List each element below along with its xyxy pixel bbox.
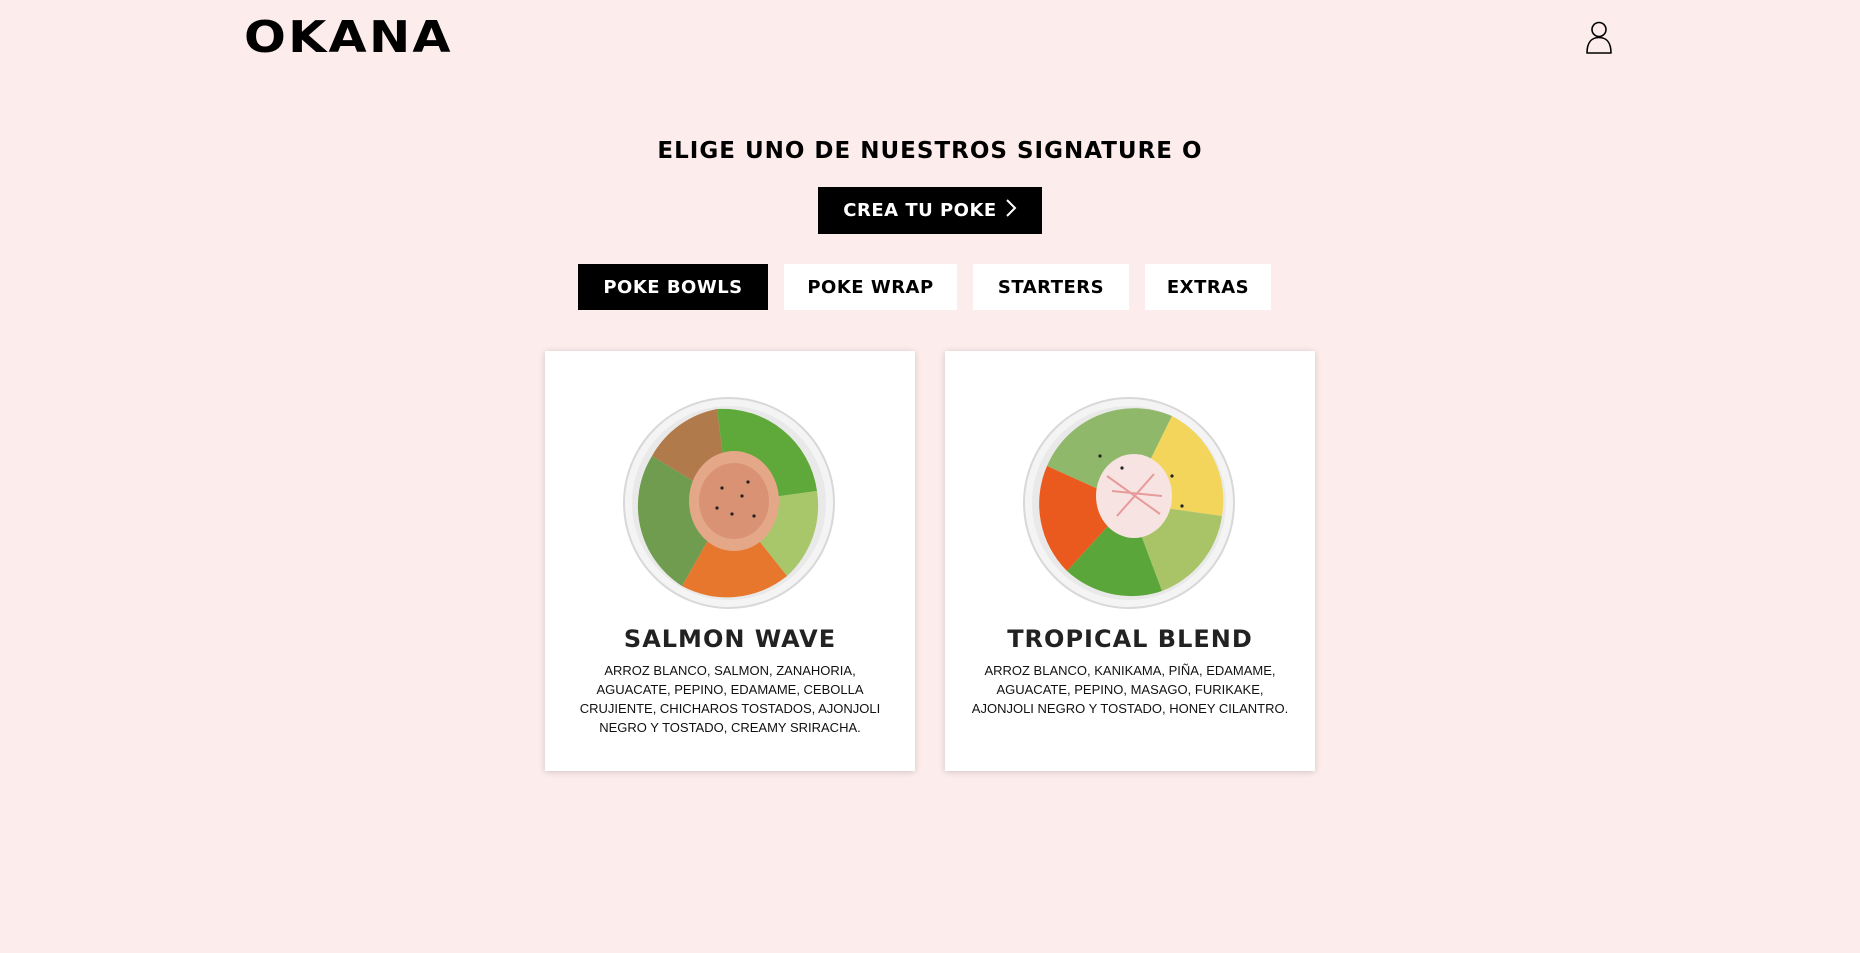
site-header: OKANA bbox=[0, 0, 1860, 80]
chevron-right-icon bbox=[1005, 199, 1017, 222]
create-poke-button[interactable]: CREA TU POKE bbox=[818, 187, 1042, 234]
page-headline: ELIGE UNO DE NUESTROS SIGNATURE O bbox=[657, 138, 1203, 164]
product-name: TROPICAL BLEND bbox=[1007, 625, 1253, 653]
tropical-blend-bowl-image bbox=[1022, 396, 1236, 610]
product-grid: SALMON WAVE ARROZ BLANCO, SALMON, ZANAHO… bbox=[545, 351, 1315, 771]
tab-extras[interactable]: EXTRAS bbox=[1145, 264, 1271, 310]
product-description: ARROZ BLANCO, SALMON, ZANAHORIA, AGUACAT… bbox=[579, 663, 881, 735]
user-icon bbox=[1586, 21, 1612, 54]
create-poke-label: CREA TU POKE bbox=[843, 200, 997, 221]
product-card-salmon-wave[interactable]: SALMON WAVE ARROZ BLANCO, SALMON, ZANAHO… bbox=[545, 351, 915, 771]
account-button[interactable] bbox=[1584, 20, 1614, 56]
brand-logo[interactable]: OKANA bbox=[244, 12, 453, 64]
product-card-tropical-blend[interactable]: TROPICAL BLEND ARROZ BLANCO, KANIKAMA, P… bbox=[945, 351, 1315, 771]
salmon-wave-bowl-image bbox=[622, 396, 836, 610]
tab-poke-bowls[interactable]: POKE BOWLS bbox=[578, 264, 768, 310]
category-tabs: POKE BOWLS POKE WRAP STARTERS EXTRAS bbox=[578, 264, 1271, 310]
tab-poke-wrap[interactable]: POKE WRAP bbox=[784, 264, 957, 310]
tab-starters[interactable]: STARTERS bbox=[973, 264, 1129, 310]
product-description: ARROZ BLANCO, KANIKAMA, PIÑA, EDAMAME, A… bbox=[971, 663, 1289, 716]
product-name: SALMON WAVE bbox=[623, 625, 837, 653]
